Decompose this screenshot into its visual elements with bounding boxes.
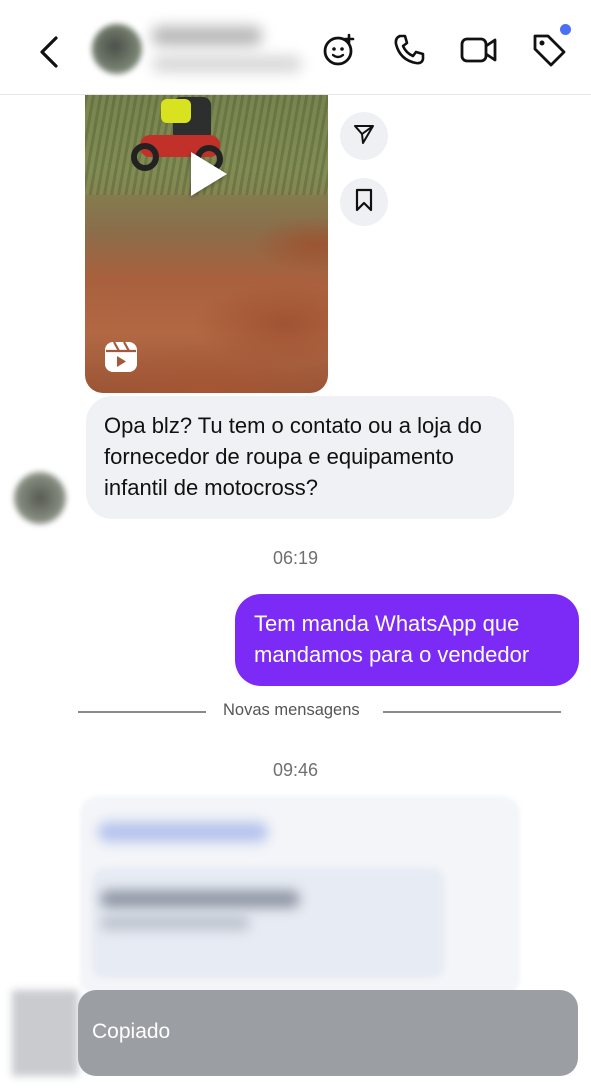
sent-message[interactable]: Tem manda WhatsApp que mandamos para o v… [235, 594, 579, 686]
tag-icon[interactable] [529, 24, 571, 70]
redacted-link [98, 822, 268, 842]
divider-line [78, 711, 206, 713]
redacted-avatar-area [12, 990, 78, 1076]
reels-icon [103, 339, 139, 375]
sticker-icon[interactable] [319, 30, 359, 70]
play-icon[interactable] [191, 152, 227, 196]
chat-header [0, 0, 591, 95]
sender-avatar[interactable] [14, 472, 66, 524]
redacted-preview-title [100, 890, 300, 908]
phone-icon[interactable] [389, 30, 429, 70]
contact-status-redacted [152, 56, 302, 72]
shared-reel-thumbnail[interactable] [85, 95, 328, 393]
contact-name-redacted[interactable] [152, 26, 262, 46]
reel-image-rider-vest [161, 99, 191, 123]
header-actions [319, 24, 571, 70]
bookmark-icon [353, 188, 375, 217]
divider-line [383, 711, 561, 713]
new-messages-label: Novas mensagens [223, 701, 360, 719]
video-icon[interactable] [459, 30, 499, 70]
toast-message: Copiado [92, 1020, 171, 1043]
save-button[interactable] [340, 178, 388, 226]
reel-image-wheel [131, 143, 159, 171]
share-button[interactable] [340, 112, 388, 160]
back-icon[interactable] [30, 30, 70, 74]
received-message[interactable]: Opa blz? Tu tem o contato ou a loja do f… [86, 396, 514, 519]
contact-avatar[interactable] [92, 24, 142, 74]
timestamp: 09:46 [272, 760, 319, 780]
send-icon [352, 122, 376, 151]
notification-dot [560, 24, 571, 35]
new-messages-divider: Novas mensagens [78, 700, 561, 722]
timestamp: 06:19 [272, 548, 319, 568]
redacted-preview-subtitle [100, 916, 250, 930]
